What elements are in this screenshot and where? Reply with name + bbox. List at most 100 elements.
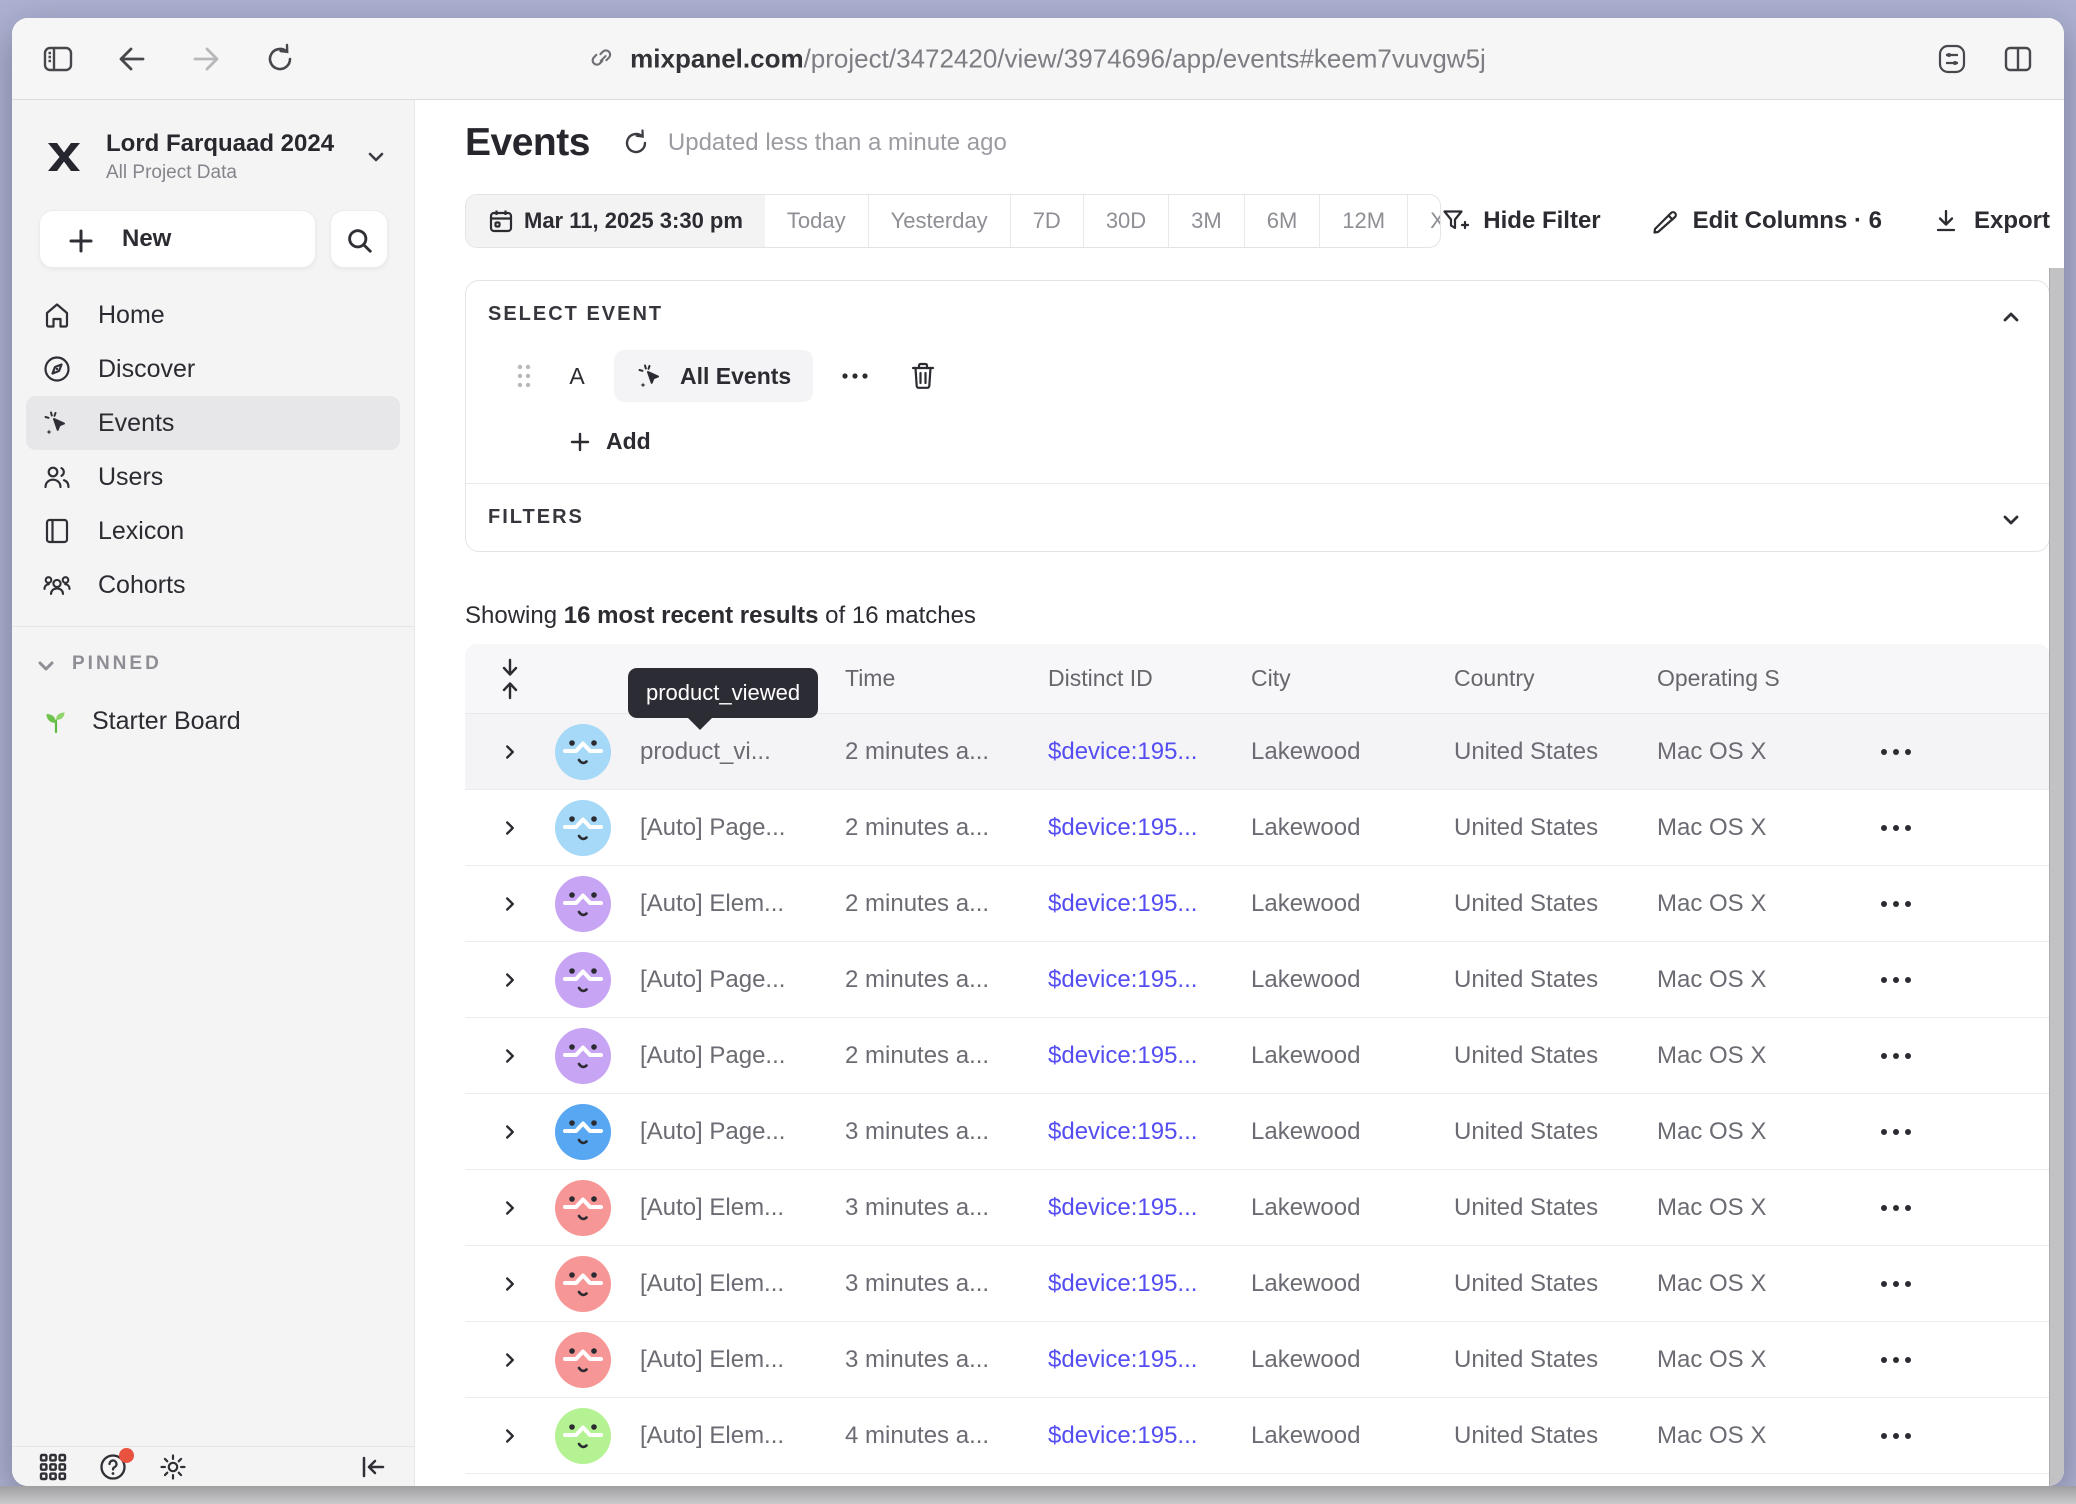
row-menu-icon[interactable]	[1876, 1430, 1916, 1442]
cell-distinct-id[interactable]: $device:195...	[1048, 1042, 1251, 1070]
row-menu-icon[interactable]	[1876, 746, 1916, 758]
sidebar-item-discover[interactable]: Discover	[26, 342, 400, 396]
apps-grid-icon[interactable]	[38, 1452, 68, 1482]
collapse-section-icon[interactable]	[1999, 305, 2023, 329]
url-bar[interactable]: mixpanel.com/project/3472420/view/397469…	[590, 43, 1486, 74]
table-row[interactable]: [Auto] Elem...3 minutes a...$device:195.…	[465, 1170, 2050, 1246]
expand-section-icon[interactable]	[1999, 508, 2023, 532]
split-view-icon[interactable]	[2002, 43, 2034, 75]
row-menu-icon[interactable]	[1876, 1202, 1916, 1214]
row-menu-icon[interactable]	[1876, 974, 1916, 986]
expand-row-icon[interactable]	[499, 893, 521, 915]
seedling-icon	[42, 707, 70, 735]
cell-country: United States	[1454, 738, 1657, 766]
sidebar-item-lexicon[interactable]: Lexicon	[26, 504, 400, 558]
range-segment-today[interactable]: Today	[765, 195, 868, 247]
main-content: Events Updated less than a minute ago Ma…	[415, 100, 2064, 1486]
row-menu-icon[interactable]	[1876, 822, 1916, 834]
help-icon[interactable]	[98, 1452, 128, 1482]
pinned-item-label: Starter Board	[92, 707, 241, 736]
more-options-icon[interactable]	[837, 361, 873, 391]
cell-distinct-id[interactable]: $device:195...	[1048, 1346, 1251, 1374]
reload-icon[interactable]	[264, 43, 296, 75]
new-button[interactable]: New	[39, 210, 316, 268]
pinned-section-header[interactable]: PINNED	[12, 627, 414, 675]
cell-distinct-id[interactable]: $device:195...	[1048, 814, 1251, 842]
table-row[interactable]: [Auto] Page...3 minutes a...$device:195.…	[465, 1094, 2050, 1170]
trash-icon[interactable]	[909, 361, 937, 391]
column-header-operating-s[interactable]: Operating S	[1657, 665, 1860, 692]
cell-distinct-id[interactable]: $device:195...	[1048, 1118, 1251, 1146]
cell-distinct-id[interactable]: $device:195...	[1048, 738, 1251, 766]
cell-distinct-id[interactable]: $device:195...	[1048, 966, 1251, 994]
range-segment-yesterday[interactable]: Yesterday	[868, 195, 1010, 247]
page-settings-icon[interactable]	[1936, 43, 1968, 75]
users-icon	[42, 462, 72, 492]
add-event-button[interactable]: Add	[568, 428, 2027, 455]
sidebar-toggle-icon[interactable]	[42, 43, 74, 75]
pinned-item-starter-board[interactable]: Starter Board	[26, 695, 400, 747]
event-selector-pill[interactable]: All Events	[614, 350, 813, 402]
hide-filter-button[interactable]: Hide Filter	[1441, 207, 1600, 235]
date-picker-segment[interactable]: Mar 11, 2025 3:30 pm	[466, 195, 765, 247]
export-button[interactable]: Export	[1932, 207, 2050, 235]
search-button[interactable]	[330, 210, 388, 268]
expand-row-icon[interactable]	[499, 1045, 521, 1067]
cell-country: United States	[1454, 1194, 1657, 1222]
collapse-sidebar-icon[interactable]	[358, 1452, 388, 1482]
column-header-distinct-id[interactable]: Distinct ID	[1048, 665, 1251, 692]
collapse-rows-icon[interactable]	[498, 658, 522, 700]
sidebar-item-events[interactable]: Events	[26, 396, 400, 450]
cell-distinct-id[interactable]: $device:195...	[1048, 1194, 1251, 1222]
gear-icon[interactable]	[158, 1452, 188, 1482]
cell-distinct-id[interactable]: $device:195...	[1048, 890, 1251, 918]
cell-city: Lakewood	[1251, 1422, 1454, 1450]
edit-columns-button[interactable]: Edit Columns · 6	[1651, 207, 1882, 235]
sidebar-item-home[interactable]: Home	[26, 288, 400, 342]
expand-row-icon[interactable]	[499, 1121, 521, 1143]
range-segment-7d[interactable]: 7D	[1010, 195, 1083, 247]
column-header-city[interactable]: City	[1251, 665, 1454, 692]
row-menu-icon[interactable]	[1876, 898, 1916, 910]
row-menu-icon[interactable]	[1876, 1354, 1916, 1366]
table-row[interactable]: [Auto] Elem...3 minutes a...$device:195.…	[465, 1322, 2050, 1398]
drag-handle-icon[interactable]	[514, 361, 534, 391]
table-row[interactable]: [Auto] Page...2 minutes a...$device:195.…	[465, 1018, 2050, 1094]
book-icon	[42, 516, 72, 546]
project-switcher[interactable]: Lord Farquaad 2024 All Project Data	[12, 120, 414, 184]
expand-row-icon[interactable]	[499, 741, 521, 763]
sidebar-item-cohorts[interactable]: Cohorts	[26, 558, 400, 612]
cell-country: United States	[1454, 1270, 1657, 1298]
event-avatar	[555, 1104, 611, 1160]
expand-row-icon[interactable]	[499, 1425, 521, 1447]
cell-distinct-id[interactable]: $device:195...	[1048, 1270, 1251, 1298]
range-segment-3m[interactable]: 3M	[1168, 195, 1244, 247]
row-menu-icon[interactable]	[1876, 1126, 1916, 1138]
back-icon[interactable]	[116, 43, 148, 75]
table-row[interactable]: [Auto] Elem...3 minutes a...$device:195.…	[465, 1246, 2050, 1322]
expand-row-icon[interactable]	[499, 1197, 521, 1219]
refresh-icon[interactable]	[622, 129, 650, 157]
table-row[interactable]: [Auto] Elem...4 minutes a...$device:195.…	[465, 1398, 2050, 1474]
range-segment-12m[interactable]: 12M	[1319, 195, 1407, 247]
range-segment-6m[interactable]: 6M	[1244, 195, 1320, 247]
expand-row-icon[interactable]	[499, 1349, 521, 1371]
sidebar-item-users[interactable]: Users	[26, 450, 400, 504]
vertical-scrollbar[interactable]	[2049, 268, 2064, 1486]
cell-time: 2 minutes a...	[845, 738, 1048, 766]
column-header-country[interactable]: Country	[1454, 665, 1657, 692]
row-menu-icon[interactable]	[1876, 1050, 1916, 1062]
expand-row-icon[interactable]	[499, 817, 521, 839]
column-header-time[interactable]: Time	[845, 665, 1048, 692]
cell-distinct-id[interactable]: $device:195...	[1048, 1422, 1251, 1450]
row-menu-icon[interactable]	[1876, 1278, 1916, 1290]
forward-icon[interactable]	[190, 43, 222, 75]
range-segment-30d[interactable]: 30D	[1083, 195, 1168, 247]
expand-row-icon[interactable]	[499, 1273, 521, 1295]
expand-row-icon[interactable]	[499, 969, 521, 991]
table-row[interactable]	[465, 1474, 2050, 1486]
range-segment-xtd[interactable]: XTD	[1407, 195, 1441, 247]
table-row[interactable]: [Auto] Elem...2 minutes a...$device:195.…	[465, 866, 2050, 942]
table-row[interactable]: [Auto] Page...2 minutes a...$device:195.…	[465, 942, 2050, 1018]
table-row[interactable]: [Auto] Page...2 minutes a...$device:195.…	[465, 790, 2050, 866]
